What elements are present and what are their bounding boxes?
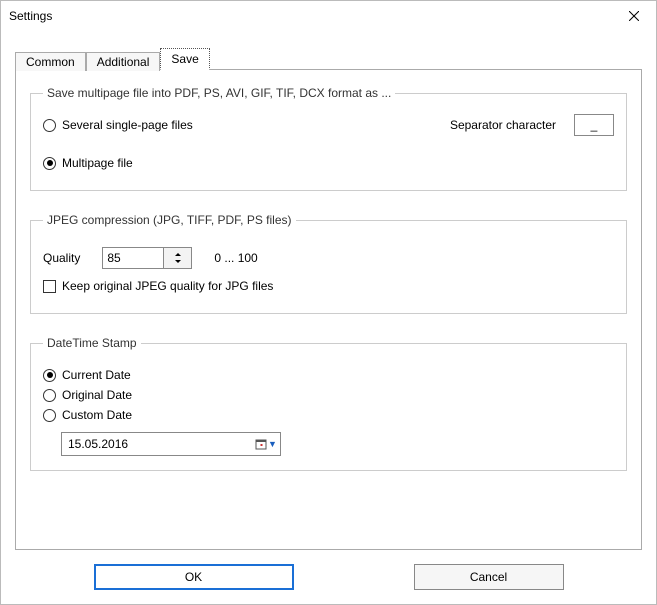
radio-icon — [43, 119, 56, 132]
radio-multipage-file[interactable]: Multipage file — [43, 156, 614, 170]
radio-icon — [43, 389, 56, 402]
quality-input[interactable] — [103, 248, 163, 268]
close-icon — [629, 11, 639, 21]
spinner-buttons[interactable] — [163, 248, 191, 268]
group-datetime-legend: DateTime Stamp — [43, 336, 141, 350]
radio-custom-date[interactable]: Custom Date — [43, 408, 614, 422]
radio-label: Current Date — [62, 368, 131, 382]
radio-label: Several single-page files — [62, 118, 193, 132]
tab-strip: Common Additional Save — [15, 45, 642, 69]
tab-common[interactable]: Common — [15, 52, 86, 71]
titlebar: Settings — [1, 1, 656, 31]
tab-additional[interactable]: Additional — [86, 52, 161, 71]
close-button[interactable] — [611, 1, 656, 31]
quality-range: 0 ... 100 — [214, 251, 257, 265]
cancel-button[interactable]: Cancel — [414, 564, 564, 590]
custom-date-input[interactable] — [62, 437, 252, 451]
radio-several-single-page[interactable]: Several single-page files — [43, 118, 193, 132]
date-picker-button[interactable]: ▼ — [252, 433, 280, 455]
group-datetime: DateTime Stamp Current Date Original Dat… — [30, 336, 627, 471]
quality-spinner[interactable] — [102, 247, 192, 269]
radio-label: Multipage file — [62, 156, 133, 170]
tab-save[interactable]: Save — [160, 48, 209, 70]
radio-current-date[interactable]: Current Date — [43, 368, 614, 382]
radio-label: Original Date — [62, 388, 132, 402]
ok-button[interactable]: OK — [94, 564, 294, 590]
checkbox-icon — [43, 280, 56, 293]
button-bar: OK Cancel — [1, 550, 656, 604]
quality-label: Quality — [43, 251, 80, 265]
checkbox-keep-original[interactable]: Keep original JPEG quality for JPG files — [43, 279, 614, 293]
group-jpeg-legend: JPEG compression (JPG, TIFF, PDF, PS fil… — [43, 213, 296, 227]
chevron-down-icon: ▼ — [268, 439, 277, 449]
separator-input[interactable] — [574, 114, 614, 136]
custom-date-picker[interactable]: ▼ — [61, 432, 281, 456]
tab-panel-save: Save multipage file into PDF, PS, AVI, G… — [15, 69, 642, 550]
radio-icon — [43, 369, 56, 382]
separator-label: Separator character — [450, 118, 556, 132]
group-multipage: Save multipage file into PDF, PS, AVI, G… — [30, 86, 627, 191]
group-multipage-legend: Save multipage file into PDF, PS, AVI, G… — [43, 86, 395, 100]
radio-icon — [43, 157, 56, 170]
window-title: Settings — [9, 9, 52, 23]
settings-window: Settings Common Additional Save Save mul… — [0, 0, 657, 605]
content-area: Common Additional Save Save multipage fi… — [1, 31, 656, 550]
spinner-updown-icon — [171, 251, 185, 265]
calendar-icon — [255, 438, 267, 450]
checkbox-label: Keep original JPEG quality for JPG files — [62, 279, 273, 293]
radio-icon — [43, 409, 56, 422]
radio-label: Custom Date — [62, 408, 132, 422]
radio-original-date[interactable]: Original Date — [43, 388, 614, 402]
group-jpeg: JPEG compression (JPG, TIFF, PDF, PS fil… — [30, 213, 627, 314]
separator-block: Separator character — [450, 114, 614, 136]
